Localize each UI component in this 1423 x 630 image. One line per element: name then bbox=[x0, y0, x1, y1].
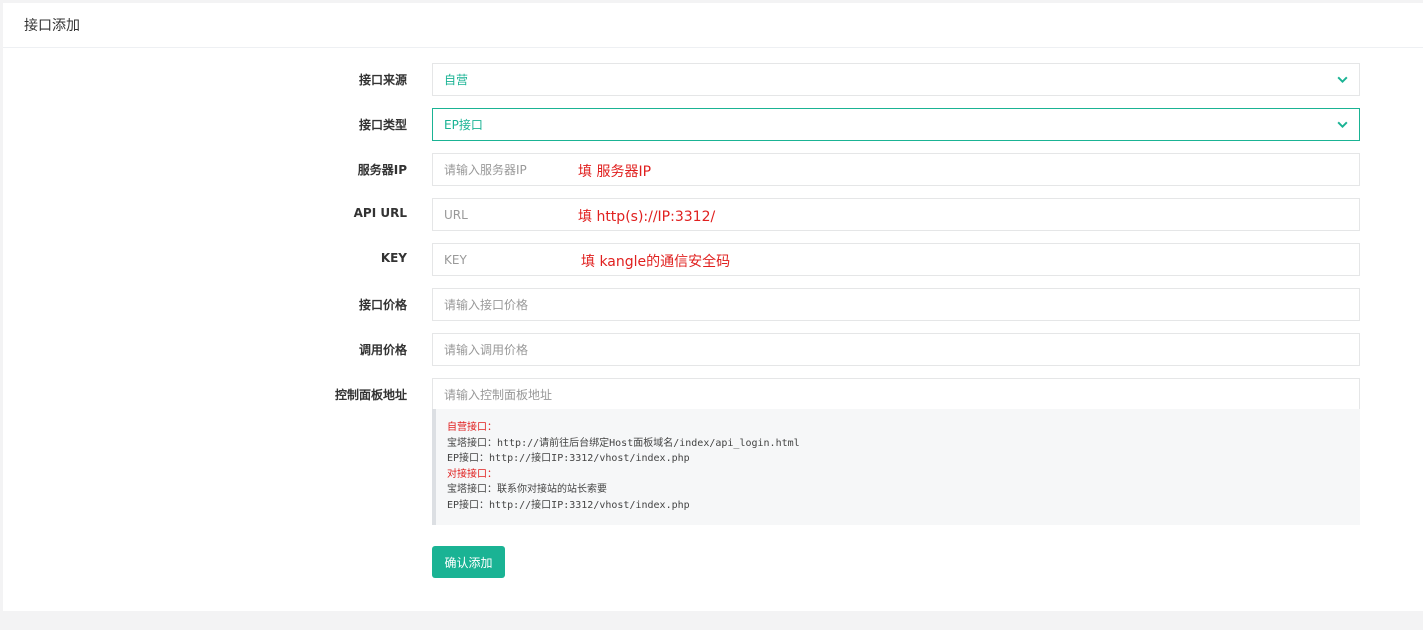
key-annotation: 填 kangle的通信安全码 bbox=[581, 254, 731, 270]
server-ip-input[interactable]: 请输入服务器IP bbox=[432, 153, 1360, 186]
api-url-input[interactable]: URL bbox=[432, 198, 1360, 231]
source-value: 自营 bbox=[444, 73, 469, 87]
form-card: 接口添加 接口来源 自营 接口类型 EP接口 服务器IP 请输入服务器IP 填 … bbox=[3, 3, 1423, 611]
api-url-label: API URL bbox=[353, 206, 407, 220]
confirm-add-button[interactable]: 确认添加 bbox=[432, 546, 505, 578]
api-price-input[interactable]: 请输入接口价格 bbox=[432, 288, 1360, 321]
panel-url-input[interactable]: 请输入控制面板地址 bbox=[432, 378, 1360, 411]
server-ip-placeholder: 请输入服务器IP bbox=[444, 163, 527, 177]
help-line: 宝塔接口：联系你对接站的站长索要 bbox=[447, 484, 607, 496]
panel-url-placeholder: 请输入控制面板地址 bbox=[444, 388, 553, 402]
help-line-heading: 自营接口： bbox=[447, 422, 497, 433]
api-price-placeholder: 请输入接口价格 bbox=[444, 298, 529, 312]
help-line: 宝塔接口：http://请前往后台绑定Host面板域名/index/api_lo… bbox=[447, 437, 800, 449]
chevron-down-icon bbox=[1337, 76, 1348, 84]
panel-title: 接口添加 bbox=[24, 18, 80, 34]
type-label: 接口类型 bbox=[358, 118, 407, 132]
source-select[interactable]: 自营 bbox=[432, 63, 1360, 96]
call-price-input[interactable]: 请输入调用价格 bbox=[432, 333, 1360, 366]
api-url-placeholder: URL bbox=[444, 207, 468, 222]
key-placeholder: KEY bbox=[444, 252, 467, 267]
help-line-heading: 对接接口： bbox=[447, 468, 497, 480]
panel-url-label: 控制面板地址 bbox=[334, 388, 407, 402]
key-input[interactable]: KEY bbox=[432, 243, 1360, 276]
server-ip-annotation: 填 服务器IP bbox=[578, 164, 652, 180]
api-price-label: 接口价格 bbox=[358, 298, 407, 312]
call-price-placeholder: 请输入调用价格 bbox=[444, 343, 529, 357]
help-box: 自营接口： 宝塔接口：http://请前往后台绑定Host面板域名/index/… bbox=[432, 409, 1360, 525]
panel-header: 接口添加 bbox=[3, 3, 1423, 48]
source-label: 接口来源 bbox=[358, 73, 407, 87]
server-ip-label: 服务器IP bbox=[357, 163, 407, 177]
call-price-label: 调用价格 bbox=[358, 343, 407, 357]
api-url-annotation: 填 http(s)://IP:3312/ bbox=[578, 209, 716, 225]
type-select[interactable]: EP接口 bbox=[432, 108, 1360, 141]
key-label: KEY bbox=[380, 251, 407, 265]
help-line: EP接口：http://接口IP:3312/vhost/index.php bbox=[447, 453, 690, 465]
chevron-down-icon bbox=[1337, 121, 1348, 129]
type-value: EP接口 bbox=[444, 118, 483, 132]
help-line: EP接口：http://接口IP:3312/vhost/index.php bbox=[447, 499, 690, 511]
